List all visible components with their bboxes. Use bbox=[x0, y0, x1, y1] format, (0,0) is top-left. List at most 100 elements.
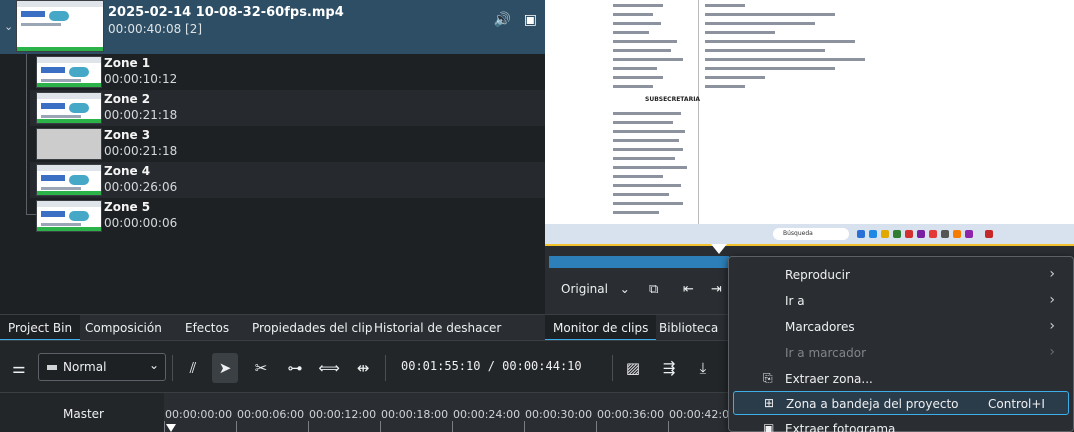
extract-frame-icon: ▣ bbox=[763, 421, 775, 432]
spacer-tool-icon[interactable]: ⊶ bbox=[282, 355, 308, 381]
zone-duration: 00:00:21:18 bbox=[104, 144, 178, 158]
fullscreen-icon[interactable]: ⧉ bbox=[649, 282, 658, 297]
clip-title: 2025-02-14 10-08-32-60fps.mp4 bbox=[108, 5, 344, 20]
ruler-tick-label: 00:00:30:00 bbox=[525, 408, 593, 421]
chevron-right-icon: › bbox=[1049, 292, 1055, 308]
monitor-playhead-marker[interactable] bbox=[711, 244, 727, 254]
zone-thumbnail bbox=[36, 200, 102, 232]
tree-guide bbox=[26, 54, 27, 214]
zone-row[interactable]: Zone 3 00:00:21:18 bbox=[30, 126, 545, 162]
menu-item-label: Reproducir bbox=[785, 268, 850, 282]
ruler-tick-label: 00:00:36:00 bbox=[597, 408, 665, 421]
zone-name: Zone 5 bbox=[104, 200, 151, 214]
zone-thumbnail bbox=[36, 92, 102, 124]
chevron-right-icon: › bbox=[1049, 344, 1055, 360]
menu-item-shortcut: Control+I bbox=[988, 397, 1045, 411]
zone-thumbnail bbox=[36, 164, 102, 196]
audio-icon: 🔊 bbox=[493, 12, 512, 28]
chevron-down-icon: ⌄ bbox=[148, 358, 159, 372]
zone-row[interactable]: Zone 1 00:00:10:12 bbox=[30, 54, 545, 90]
snap-icon[interactable]: ⫽ bbox=[180, 355, 206, 381]
chevron-right-icon: › bbox=[1049, 266, 1055, 282]
clip-monitor-view: SUBSECRETARIA Búsqueda bbox=[545, 0, 1074, 250]
razor-tool-icon[interactable]: ✂ bbox=[248, 355, 274, 381]
ruler-tick-label: 00:00:18:00 bbox=[381, 408, 449, 421]
menu-item-extraer-zona[interactable]: ⎘ Extraer zona... bbox=[733, 367, 1069, 391]
tree-guide bbox=[26, 214, 36, 215]
ripple-tool-icon[interactable]: ⟺ bbox=[316, 355, 342, 381]
ruler-tick-label: 00:00:42:00 bbox=[669, 408, 737, 421]
clip-type-icons: 🔊 ▣ bbox=[494, 12, 537, 28]
select-tool-icon[interactable]: ➤ bbox=[212, 353, 238, 383]
zone-name: Zone 3 bbox=[104, 128, 151, 142]
monitor-taskbar: Búsqueda bbox=[545, 224, 1074, 244]
edit-mode-select[interactable]: Normal ⌄ bbox=[38, 353, 166, 381]
menu-item-label: Ir a bbox=[785, 294, 805, 308]
tab-historial[interactable]: Historial de deshacer bbox=[366, 315, 509, 341]
preview-render-icon[interactable]: ▨ bbox=[620, 355, 646, 381]
tab-monitor-clips[interactable]: Monitor de clips bbox=[545, 315, 657, 341]
menu-item-reproducir[interactable]: Reproducir › bbox=[733, 263, 1069, 287]
zone-duration: 00:00:26:06 bbox=[104, 180, 178, 194]
menu-item-label: Extraer zona... bbox=[785, 372, 873, 386]
app-window: ⌄ 2025-02-14 10-08-32-60fps.mp4 00:00:40… bbox=[0, 0, 1074, 432]
zone-row[interactable]: Zone 2 00:00:21:18 bbox=[30, 90, 545, 126]
zone-row[interactable]: Zone 5 00:00:00:06 bbox=[30, 198, 545, 234]
overwrite-clip-icon[interactable]: ⤓ bbox=[690, 355, 716, 381]
menu-item-label: Marcadores bbox=[785, 320, 855, 334]
zoom-select-value: Original bbox=[561, 282, 608, 296]
tab-propiedades-clip[interactable]: Propiedades del clip bbox=[244, 315, 380, 341]
menu-item-label: Zona a bandeja del proyecto bbox=[786, 397, 959, 411]
zone-name: Zone 4 bbox=[104, 164, 151, 178]
menu-item-ir-a-marcador: Ir a marcador › bbox=[733, 341, 1069, 365]
collapse-chevron-icon[interactable]: ⌄ bbox=[4, 20, 13, 33]
zone-row[interactable]: Zone 4 00:00:26:06 bbox=[30, 162, 545, 198]
menu-item-extraer-fotograma[interactable]: ▣ Extraer fotograma bbox=[733, 417, 1069, 432]
extract-zone-icon: ⎘ bbox=[763, 371, 773, 385]
menu-item-ir-a[interactable]: Ir a › bbox=[733, 289, 1069, 313]
add-to-bin-icon: ⊞ bbox=[764, 396, 775, 410]
bin-tab-bar: Project Bin Composición Efectos Propieda… bbox=[0, 314, 545, 341]
chevron-right-icon: › bbox=[1049, 318, 1055, 334]
ruler-tick-label: 00:00:06:00 bbox=[237, 408, 305, 421]
zone-duration: 00:00:10:12 bbox=[104, 72, 178, 86]
clip-thumbnail bbox=[16, 0, 104, 52]
set-out-point-icon[interactable]: ⇥ bbox=[711, 282, 722, 297]
menu-item-zona-a-bandeja[interactable]: ⊞ Zona a bandeja del proyecto Control+I bbox=[733, 391, 1069, 415]
context-menu: Reproducir › Ir a › Marcadores › Ir a ma… bbox=[728, 256, 1074, 432]
edit-mode-value: Normal bbox=[63, 360, 107, 374]
zone-thumbnail bbox=[36, 56, 102, 88]
tab-biblioteca[interactable]: Biblioteca bbox=[651, 315, 726, 341]
menu-item-marcadores[interactable]: Marcadores › bbox=[733, 315, 1069, 339]
zone-duration: 00:00:21:18 bbox=[104, 108, 178, 122]
insert-clip-icon[interactable]: ⇶ bbox=[656, 355, 682, 381]
track-mode-icon bbox=[47, 365, 57, 370]
ruler-tick-label: 00:00:12:00 bbox=[309, 408, 377, 421]
timeline-playhead[interactable] bbox=[166, 424, 176, 432]
project-bin-panel: ⌄ 2025-02-14 10-08-32-60fps.mp4 00:00:40… bbox=[0, 0, 545, 314]
tab-project-bin[interactable]: Project Bin bbox=[0, 315, 81, 341]
chevron-down-icon: ⌄ bbox=[619, 282, 630, 296]
zone-name: Zone 1 bbox=[104, 56, 151, 70]
settings-sliders-icon[interactable]: ⚌ bbox=[6, 355, 32, 381]
zone-duration: 00:00:00:06 bbox=[104, 216, 178, 230]
tab-composicion[interactable]: Composición bbox=[77, 315, 170, 341]
ruler-tick-label: 00:00:24:00 bbox=[453, 408, 521, 421]
timeline-timecode: 00:01:55:10 / 00:00:44:10 bbox=[401, 359, 582, 373]
video-icon: ▣ bbox=[523, 12, 537, 28]
zone-name: Zone 2 bbox=[104, 92, 151, 106]
menu-item-label: Extraer fotograma bbox=[785, 422, 896, 432]
clip-item-selected[interactable]: ⌄ 2025-02-14 10-08-32-60fps.mp4 00:00:40… bbox=[0, 0, 545, 54]
zoom-select[interactable]: Original ⌄ bbox=[561, 282, 630, 296]
slip-tool-icon[interactable]: ⇹ bbox=[350, 355, 376, 381]
monitor-heading: SUBSECRETARIA bbox=[645, 96, 701, 103]
clip-duration: 00:00:40:08 [2] bbox=[108, 22, 203, 36]
zone-thumbnail bbox=[36, 128, 102, 160]
master-track-label: Master bbox=[63, 407, 104, 421]
tab-efectos[interactable]: Efectos bbox=[177, 315, 237, 341]
ruler-tick-label: 00:00:00:00 bbox=[165, 408, 233, 421]
monitor-search-box: Búsqueda bbox=[773, 228, 849, 240]
menu-item-label: Ir a marcador bbox=[785, 346, 867, 360]
monitor-zone-selection[interactable] bbox=[549, 256, 729, 268]
set-in-point-icon[interactable]: ⇤ bbox=[683, 282, 694, 297]
